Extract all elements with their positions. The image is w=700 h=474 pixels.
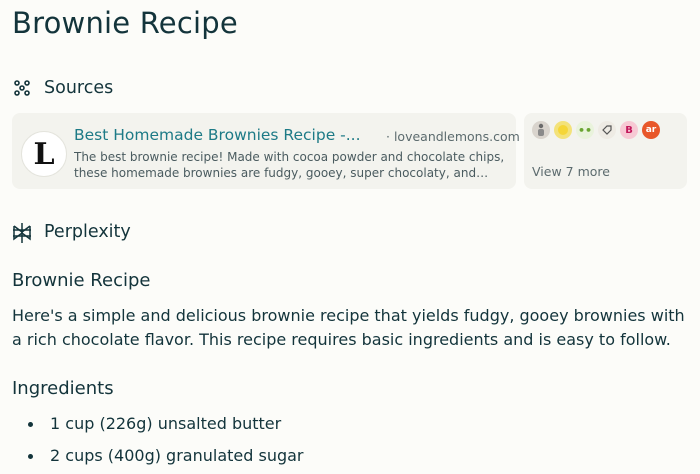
green-dots-icon: ••	[576, 121, 594, 139]
perplexity-logo-icon	[12, 222, 32, 243]
sources-heading: Sources	[44, 78, 114, 98]
source-domain: · loveandlemons.com	[386, 129, 520, 144]
ingredients-heading: Ingredients	[12, 378, 114, 399]
lemon-icon	[554, 121, 572, 139]
sources-header: Sources	[12, 78, 113, 98]
ar-logo-icon: ar	[642, 121, 660, 139]
answer-intro: Here's a simple and delicious brownie re…	[12, 306, 685, 349]
source-logo: L	[21, 131, 67, 177]
view-more-sources-button[interactable]: •• B ar View 7 more	[524, 113, 687, 189]
chef-figure-icon	[532, 121, 550, 139]
page-title: Brownie Recipe	[12, 6, 238, 40]
source-card[interactable]: L Best Homemade Brownies Recipe -... · l…	[12, 113, 520, 189]
b-logo-icon: B	[620, 121, 638, 139]
favicon-stack: •• B ar	[532, 121, 660, 139]
tag-icon	[598, 121, 616, 139]
source-title-link[interactable]: Best Homemade Brownies Recipe -...	[74, 126, 364, 144]
answer-header: Perplexity	[12, 222, 131, 243]
list-item: 2 cups (400g) granulated sugar	[12, 442, 304, 474]
answer-heading: Perplexity	[44, 222, 131, 242]
source-snippet: The best brownie recipe! Made with cocoa…	[74, 150, 505, 180]
view-more-label: View 7 more	[532, 164, 610, 179]
sources-row: L Best Homemade Brownies Recipe -... · l…	[12, 113, 687, 189]
answer-title: Brownie Recipe	[12, 270, 151, 291]
list-item: 1 cup (226g) unsalted butter	[12, 410, 304, 442]
sources-icon	[12, 78, 32, 98]
ingredients-list: 1 cup (226g) unsalted butter 2 cups (400…	[12, 410, 304, 474]
